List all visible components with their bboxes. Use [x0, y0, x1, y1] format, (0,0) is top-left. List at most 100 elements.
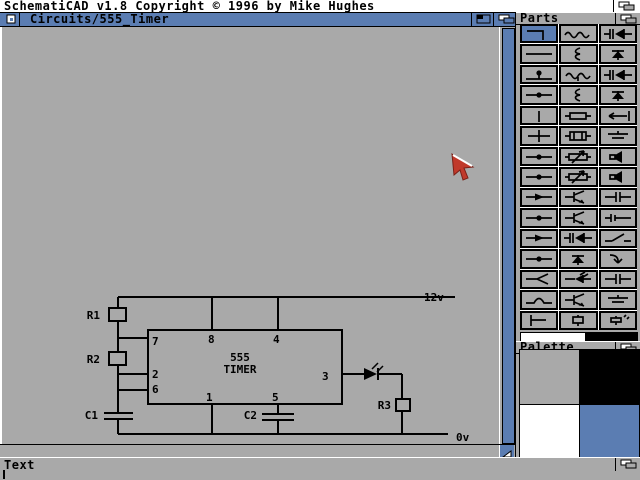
switch-icon	[604, 233, 631, 243]
buzzer-icon	[608, 170, 622, 183]
text-depth-gadget[interactable]	[615, 458, 640, 471]
part-polarized-capacitor-button[interactable]	[598, 290, 637, 310]
part-junction-bead-button[interactable]	[520, 146, 559, 167]
part-transistor-up-button[interactable]	[598, 85, 637, 105]
junction-node-icon	[526, 256, 553, 262]
part-coil-button[interactable]	[559, 44, 598, 64]
part-zener-diode-button[interactable]	[559, 249, 598, 269]
transistor-npn-icon	[565, 190, 585, 205]
palette-swatch-white[interactable]	[520, 404, 579, 458]
schematic-canvas[interactable]: R1 R2 C1 C2 R3 12v 0v 555 TIMER 8 4 7 2 …	[0, 27, 499, 444]
ic-name-line2: TIMER	[223, 363, 256, 376]
zoom-gadget[interactable]	[471, 13, 493, 26]
crystal-marked-icon	[609, 314, 630, 326]
close-gadget[interactable]	[0, 13, 20, 26]
r2-label: R2	[87, 353, 100, 366]
text-tool-window[interactable]: Text	[0, 457, 640, 480]
part-switch-button[interactable]	[598, 228, 637, 249]
tee-junction-icon	[530, 315, 547, 327]
part-crystal-button[interactable]	[559, 310, 598, 330]
vertical-scrollbar[interactable]	[499, 27, 515, 444]
coil-icon	[575, 47, 581, 61]
document-window: Circuits/555_Timer R1 R2 C1 C2 R3 12v 0v…	[0, 12, 515, 458]
part-capacitor-offset-button[interactable]	[598, 187, 637, 208]
part-junction-top-dot-button[interactable]	[520, 64, 559, 85]
part-transistor-pnp-button[interactable]	[559, 208, 598, 228]
part-arrow-wire-button[interactable]	[520, 228, 559, 249]
depth-icon	[498, 14, 515, 24]
part-junction-dot-large-button[interactable]	[520, 167, 559, 187]
depth-icon	[620, 14, 637, 24]
resistor-icon	[564, 31, 591, 39]
resize-gadget[interactable]	[499, 445, 514, 458]
part-transistor-npn-button[interactable]	[559, 187, 598, 208]
gnd-label: 0v	[456, 431, 470, 444]
zoom-icon	[476, 14, 491, 24]
palette-swatch-blue[interactable]	[580, 404, 639, 458]
pin5-label: 5	[272, 391, 279, 404]
r3-symbol	[395, 398, 411, 412]
transistor-up-icon	[611, 91, 624, 102]
parts-scrollbar-track	[584, 333, 637, 341]
part-wire-cross-button[interactable]	[520, 126, 559, 146]
part-led-button[interactable]	[559, 269, 598, 290]
part-relay-button[interactable]	[559, 126, 598, 146]
document-window-bottom-border	[0, 444, 515, 458]
part-phototransistor-button[interactable]	[559, 290, 598, 310]
part-diode-capacitor-alt-button[interactable]	[598, 64, 637, 85]
part-probe-arrow-button[interactable]	[598, 105, 637, 126]
polarized-capacitor-icon	[607, 294, 628, 303]
part-variable-resistor-button[interactable]	[559, 167, 598, 187]
hook-arrow-icon	[609, 254, 623, 264]
close-icon	[6, 14, 16, 24]
part-wire-corner-button[interactable]	[520, 24, 559, 44]
part-speaker-button[interactable]	[598, 146, 637, 167]
part-bump-junction-button[interactable]	[520, 290, 559, 310]
part-tapped-coil-button[interactable]	[559, 64, 598, 85]
screen-depth-gadget[interactable]	[613, 0, 640, 12]
part-wire-vertical-button[interactable]	[520, 105, 559, 126]
mouse-pointer	[451, 153, 475, 181]
parts-depth-gadget[interactable]	[615, 13, 640, 24]
palette-swatch-black[interactable]	[580, 350, 639, 404]
part-buzzer-button[interactable]	[598, 167, 637, 187]
part-junction-dot-button[interactable]	[520, 85, 559, 105]
part-capacitor-button[interactable]	[598, 269, 637, 290]
parts-title: Parts	[520, 11, 559, 25]
junction-arrow-icon	[526, 215, 553, 221]
part-diode-button[interactable]	[559, 228, 598, 249]
part-diode-up-button[interactable]	[598, 44, 637, 64]
relay-icon	[565, 131, 592, 141]
junction-top-dot-icon	[526, 70, 553, 80]
transistor-pnp-icon	[565, 211, 585, 225]
part-coil-half-button[interactable]	[559, 85, 598, 105]
part-wire-split-button[interactable]	[520, 269, 559, 290]
potentiometer-icon	[565, 149, 592, 164]
part-junction-arrow-button[interactable]	[520, 208, 559, 228]
wire-cross-icon	[528, 130, 551, 143]
document-depth-gadget[interactable]	[493, 13, 515, 26]
pin2-label: 2	[152, 368, 159, 381]
part-tee-junction-button[interactable]	[520, 310, 559, 330]
part-hook-arrow-button[interactable]	[598, 249, 637, 269]
document-title-bar[interactable]: Circuits/555_Timer	[0, 12, 515, 27]
junction-dot-large-icon	[526, 174, 553, 180]
depth-icon	[620, 459, 637, 469]
part-polarized-cap-h-button[interactable]	[598, 126, 637, 146]
capacitor-offset-icon	[604, 192, 631, 203]
parts-grid	[520, 24, 637, 330]
c1-symbol	[104, 412, 133, 420]
led-icon	[565, 272, 592, 284]
part-wire-button[interactable]	[520, 44, 559, 64]
part-contact-button[interactable]	[598, 208, 637, 228]
part-junction-node-button[interactable]	[520, 249, 559, 269]
vertical-scrollbar-thumb[interactable]	[502, 28, 515, 444]
part-resistor-button[interactable]	[559, 24, 598, 44]
part-diode-capacitor-button[interactable]	[598, 24, 637, 44]
part-crystal-marked-button[interactable]	[598, 310, 637, 330]
part-potentiometer-button[interactable]	[559, 146, 598, 167]
part-resistor-box-button[interactable]	[559, 105, 598, 126]
palette-swatch-gray[interactable]	[520, 350, 579, 404]
pin3-label: 3	[322, 370, 329, 383]
part-current-source-button[interactable]	[520, 187, 559, 208]
